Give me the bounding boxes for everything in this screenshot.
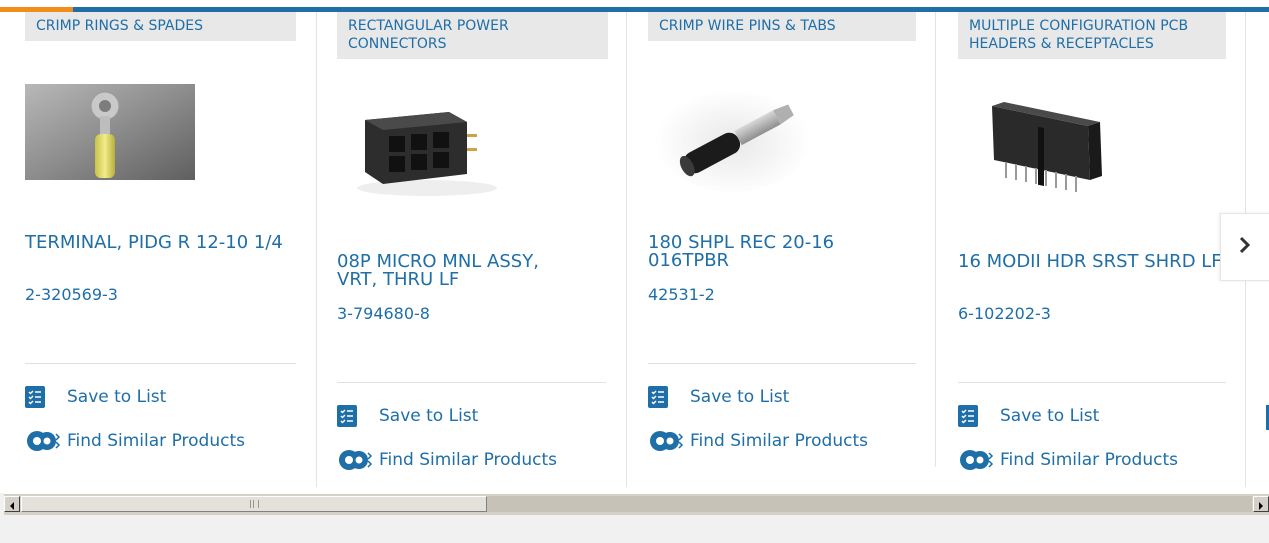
- carousel-next-button[interactable]: [1220, 213, 1269, 281]
- horizontal-scrollbar[interactable]: [4, 493, 1269, 515]
- grip-icon: [249, 500, 259, 508]
- product-card: MULTIPLE CONFIGURATION PCB HEADERS & REC…: [958, 12, 1246, 487]
- find-similar-button[interactable]: Find Similar Products: [648, 429, 868, 453]
- save-to-list-label: Save to List: [1000, 406, 1100, 426]
- similar-products-icon: [648, 429, 690, 453]
- checklist-icon: [648, 386, 668, 408]
- save-to-list-button[interactable]: Save to List: [648, 385, 789, 409]
- power-connector-image[interactable]: [337, 88, 507, 204]
- part-number[interactable]: 2-320569-3: [25, 285, 118, 304]
- save-to-list-button[interactable]: Save to List: [337, 404, 478, 428]
- part-number[interactable]: 6-102202-3: [958, 304, 1051, 323]
- checklist-icon: [25, 386, 45, 408]
- chevron-right-icon: [1238, 236, 1252, 258]
- similar-products-icon: [337, 448, 379, 472]
- checklist-icon: [337, 405, 357, 427]
- category-label[interactable]: CRIMP WIRE PINS & TABS: [648, 12, 916, 41]
- find-similar-label: Find Similar Products: [690, 431, 868, 451]
- arrow-right-icon: [1258, 495, 1264, 514]
- part-number[interactable]: 3-794680-8: [337, 304, 430, 323]
- product-title[interactable]: 180 SHPL REC 20-16 016TPBR: [648, 234, 878, 270]
- wire-pin-image[interactable]: [648, 68, 818, 194]
- arrow-left-icon: [9, 495, 15, 514]
- scrollbar-thumb[interactable]: [21, 496, 487, 512]
- scroll-left-button[interactable]: [4, 496, 20, 512]
- product-title[interactable]: 08P MICRO MNL ASSY, VRT, THRU LF: [337, 253, 577, 289]
- product-card: CRIMP RINGS & SPADES TERMINAL, PIDG R 12…: [25, 12, 317, 487]
- find-similar-button[interactable]: Find Similar Products: [337, 448, 557, 472]
- category-label[interactable]: RECTANGULAR POWER CONNECTORS: [337, 12, 608, 59]
- ring-terminal-image[interactable]: [25, 84, 195, 180]
- find-similar-label: Find Similar Products: [1000, 450, 1178, 470]
- find-similar-button[interactable]: Find Similar Products: [958, 448, 1178, 472]
- divider: [25, 363, 296, 364]
- similar-products-icon: [25, 429, 67, 453]
- save-to-list-label: Save to List: [379, 406, 479, 426]
- scroll-right-button[interactable]: [1253, 496, 1269, 512]
- category-label[interactable]: CRIMP RINGS & SPADES: [25, 12, 296, 41]
- product-title[interactable]: 16 MODII HDR SRST SHRD LF: [958, 253, 1224, 271]
- save-to-list-button[interactable]: Save to List: [25, 385, 166, 409]
- product-card: CRIMP WIRE PINS & TABS 180 SHPL REC 20-1…: [648, 12, 936, 467]
- product-card: RECTANGULAR POWER CONNECTORS 08P MICRO M…: [337, 12, 627, 487]
- checklist-icon: [958, 405, 978, 427]
- divider: [337, 382, 606, 383]
- save-to-list-button[interactable]: Save to List: [958, 404, 1099, 428]
- divider: [958, 382, 1226, 383]
- find-similar-button[interactable]: Find Similar Products: [25, 429, 245, 453]
- similar-products-icon: [958, 448, 1000, 472]
- save-to-list-label: Save to List: [690, 387, 790, 407]
- pcb-header-image[interactable]: [978, 92, 1118, 204]
- category-label[interactable]: MULTIPLE CONFIGURATION PCB HEADERS & REC…: [958, 12, 1226, 59]
- product-carousel: CRIMP RINGS & SPADES TERMINAL, PIDG R 12…: [0, 0, 1269, 493]
- find-similar-label: Find Similar Products: [379, 450, 557, 470]
- divider: [648, 363, 916, 364]
- part-number[interactable]: 42531-2: [648, 285, 715, 304]
- save-to-list-label: Save to List: [67, 387, 167, 407]
- product-title[interactable]: TERMINAL, PIDG R 12-10 1/4: [25, 234, 295, 252]
- find-similar-label: Find Similar Products: [67, 431, 245, 451]
